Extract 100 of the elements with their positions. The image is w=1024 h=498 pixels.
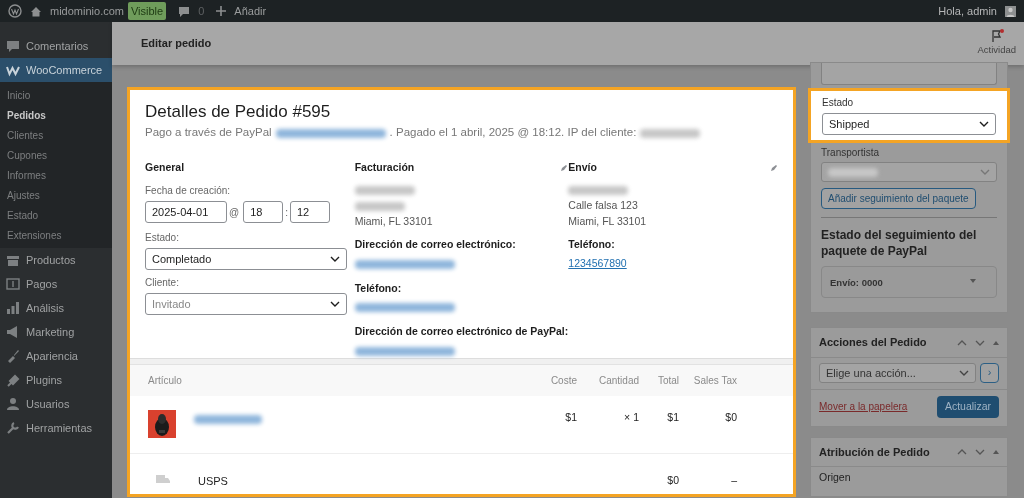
- field-label: Estado: [822, 96, 855, 110]
- field-label: Origen: [818, 470, 852, 486]
- edit-icon: [560, 163, 569, 172]
- home-icon: [30, 5, 42, 17]
- blurred-text: [568, 186, 629, 196]
- plus-icon: [216, 6, 227, 16]
- blurred-link[interactable]: [354, 346, 455, 356]
- column-header: Total: [656, 374, 679, 388]
- section-heading: Envío: [568, 159, 597, 175]
- payment-info: Pago a través de PayPal: [145, 125, 272, 141]
- panel-title: Acciones del Pedido: [819, 335, 928, 351]
- sidebar-item[interactable]: Análisis: [0, 296, 112, 320]
- comment-icon: [6, 39, 20, 53]
- box-icon: [6, 253, 20, 267]
- trash-link[interactable]: Mover a la papelera: [819, 399, 908, 415]
- carrier-select[interactable]: [821, 162, 997, 182]
- minute-field[interactable]: 12: [289, 201, 330, 224]
- customer-select[interactable]: Invitado: [145, 293, 347, 316]
- blurred-text: [828, 167, 878, 177]
- user-icon: [6, 397, 20, 411]
- truck-icon: [156, 475, 170, 485]
- add-new-link[interactable]: Añadir: [234, 2, 267, 20]
- hour-field[interactable]: 18: [243, 201, 284, 224]
- section-heading: General: [145, 159, 186, 175]
- shipment-dropdown[interactable]: Envío: 0000: [821, 266, 997, 299]
- phone-link[interactable]: 1234567890: [568, 257, 627, 270]
- sidebar-item[interactable]: Comentarios: [0, 34, 112, 58]
- blurred-text: [354, 186, 415, 196]
- edit-icon: [770, 163, 778, 172]
- shipping-method: USPS: [198, 474, 228, 489]
- site-link[interactable]: midominio.com: [50, 2, 124, 20]
- submenu-item[interactable]: Extensiones: [0, 226, 112, 246]
- activity-button[interactable]: Actividad: [977, 29, 1016, 58]
- note-field[interactable]: [821, 63, 997, 85]
- submenu-item[interactable]: Inicio: [0, 86, 112, 106]
- blurred-link[interactable]: [194, 414, 262, 424]
- sidebar-item[interactable]: Productos: [0, 248, 112, 272]
- field-label: Teléfono:: [354, 280, 403, 296]
- chevron-down-icon: [330, 256, 340, 263]
- payment-info: . Pagado el 1 abril, 2025 @ 18:12. IP del cliente:: [389, 125, 637, 141]
- blurred-text: [640, 128, 701, 138]
- move-up-icon[interactable]: [957, 448, 967, 455]
- status-select[interactable]: Completado: [145, 248, 347, 271]
- submenu-item[interactable]: Cupones: [0, 146, 112, 166]
- move-down-icon[interactable]: [975, 448, 985, 455]
- apply-button[interactable]: ›: [980, 362, 999, 383]
- column-header: Cantidad: [597, 374, 639, 388]
- submenu-item[interactable]: Informes: [0, 166, 112, 186]
- brush-icon: [6, 349, 20, 363]
- update-button[interactable]: Actualizar: [936, 395, 999, 418]
- at-sign: @: [229, 205, 240, 220]
- move-down-icon[interactable]: [975, 339, 985, 346]
- sidebar-item[interactable]: Marketing: [0, 320, 112, 344]
- field-label: Dirección de correo electrónico:: [354, 237, 517, 253]
- blurred-link[interactable]: [354, 259, 455, 269]
- submenu-item[interactable]: Ajustes: [0, 186, 112, 206]
- add-tracking-button[interactable]: Añadir seguimiento del paquete: [821, 188, 976, 209]
- blurred-link[interactable]: [275, 128, 386, 138]
- field-label: Estado:: [145, 231, 180, 246]
- submenu-item[interactable]: Estado: [0, 206, 112, 226]
- collapse-icon[interactable]: [993, 340, 999, 345]
- column-header: Sales Tax: [692, 374, 737, 388]
- wordpress-logo-icon: [8, 4, 22, 18]
- blurred-link[interactable]: [354, 303, 455, 313]
- chevron-down-icon: [980, 169, 990, 175]
- chevron-down-icon: [979, 121, 989, 127]
- table-cell-text: × 1: [623, 410, 639, 425]
- sidebar-item[interactable]: Pagos: [0, 272, 112, 296]
- order-title: Detalles de Pedido #595: [145, 102, 332, 123]
- column-header: Artículo: [148, 374, 183, 388]
- move-up-icon[interactable]: [957, 339, 967, 346]
- address-line: Calle falsa 123: [568, 199, 638, 212]
- submenu-item[interactable]: Pedidos: [0, 106, 112, 126]
- field-label: Cliente:: [145, 276, 180, 291]
- date-field[interactable]: 2025-04-01: [145, 201, 227, 224]
- sidebar-item[interactable]: Herramientas: [0, 416, 112, 440]
- field-label: Fecha de creación:: [145, 184, 232, 199]
- sidebar-item[interactable]: Plugins: [0, 368, 112, 392]
- table-cell-text: $0: [724, 410, 737, 425]
- sidebar-item[interactable]: Apariencia: [0, 344, 112, 368]
- column-header: Coste: [549, 374, 577, 388]
- field-label: Transportista: [821, 146, 880, 160]
- megaphone-icon: [6, 325, 20, 339]
- submenu-item[interactable]: Clientes: [0, 126, 112, 146]
- bar-chart-icon: [6, 301, 20, 315]
- action-select[interactable]: Elige una acción...: [819, 362, 976, 383]
- visibility-badge: Visible: [127, 1, 167, 21]
- page-title: Editar pedido: [141, 36, 212, 52]
- sidebar-item[interactable]: Usuarios: [0, 392, 112, 416]
- card-icon: [6, 277, 20, 291]
- sidebar-item[interactable]: WooCommerce: [0, 58, 112, 82]
- tracking-status-select[interactable]: Shipped: [822, 113, 996, 135]
- greeting-link[interactable]: Hola, admin: [938, 2, 997, 20]
- comment-icon: [178, 5, 191, 17]
- table-cell-text: –: [730, 473, 737, 488]
- address-line: Miami, FL 33101: [354, 215, 433, 228]
- zigzag-logo-icon: [6, 63, 20, 77]
- chevron-down-icon: [959, 369, 969, 376]
- collapse-icon[interactable]: [993, 449, 999, 454]
- section-heading: Estado del seguimiento del paquete de PayPal: [821, 227, 978, 260]
